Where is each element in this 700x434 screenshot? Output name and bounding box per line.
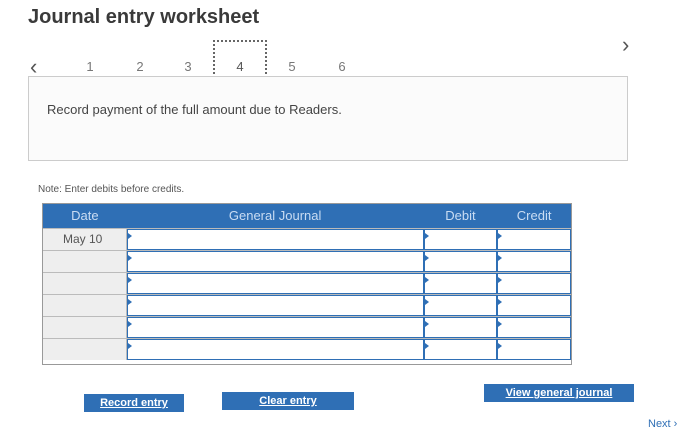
prompt-text: Record payment of the full amount due to… — [47, 102, 342, 117]
previous-arrow-icon[interactable]: ‹ — [30, 56, 37, 78]
step-5[interactable]: 5 — [282, 59, 302, 74]
debit-input[interactable] — [423, 317, 498, 338]
record-entry-button[interactable]: Record entry — [84, 394, 184, 412]
journal-header: Date General Journal Debit Credit — [43, 204, 571, 228]
clear-entry-button[interactable]: Clear entry — [222, 392, 354, 410]
date-cell — [43, 317, 127, 338]
table-row — [43, 316, 572, 338]
date-cell — [43, 295, 127, 316]
table-row — [43, 272, 572, 294]
credit-input[interactable] — [497, 317, 572, 338]
date-cell — [43, 251, 127, 272]
journal-table: Date General Journal Debit Credit May 10 — [42, 203, 572, 365]
next-button[interactable]: Next › — [648, 418, 677, 430]
credit-input[interactable] — [497, 251, 572, 272]
date-cell: May 10 — [43, 229, 127, 250]
next-arrow-icon[interactable]: › — [622, 34, 629, 56]
header-date: Date — [71, 208, 99, 223]
account-input[interactable] — [126, 251, 424, 272]
account-input[interactable] — [126, 339, 424, 360]
note-text: Note: Enter debits before credits. — [38, 184, 185, 195]
header-debit: Debit — [445, 208, 476, 223]
step-3[interactable]: 3 — [178, 59, 198, 74]
account-input[interactable] — [126, 273, 424, 294]
debit-input[interactable] — [423, 251, 498, 272]
step-6[interactable]: 6 — [332, 59, 352, 74]
date-cell — [43, 273, 127, 294]
prompt-box: Record payment of the full amount due to… — [28, 76, 628, 161]
debit-input[interactable] — [423, 295, 498, 316]
table-row — [43, 294, 572, 316]
debit-input[interactable] — [423, 273, 498, 294]
date-cell — [43, 339, 127, 360]
step-2[interactable]: 2 — [130, 59, 150, 74]
account-input[interactable] — [126, 295, 424, 316]
account-input[interactable] — [126, 317, 424, 338]
table-row — [43, 250, 572, 272]
account-input[interactable] — [126, 229, 424, 250]
credit-input[interactable] — [497, 273, 572, 294]
credit-input[interactable] — [497, 229, 572, 250]
header-general-journal: General Journal — [228, 208, 322, 223]
table-row: May 10 — [43, 228, 572, 250]
debit-input[interactable] — [423, 229, 498, 250]
step-1[interactable]: 1 — [80, 59, 100, 74]
credit-input[interactable] — [497, 339, 572, 360]
page-title: Journal entry worksheet — [28, 6, 260, 28]
table-row — [43, 338, 572, 360]
credit-input[interactable] — [497, 295, 572, 316]
header-credit: Credit — [516, 208, 552, 223]
debit-input[interactable] — [423, 339, 498, 360]
view-general-journal-button[interactable]: View general journal — [484, 384, 634, 402]
